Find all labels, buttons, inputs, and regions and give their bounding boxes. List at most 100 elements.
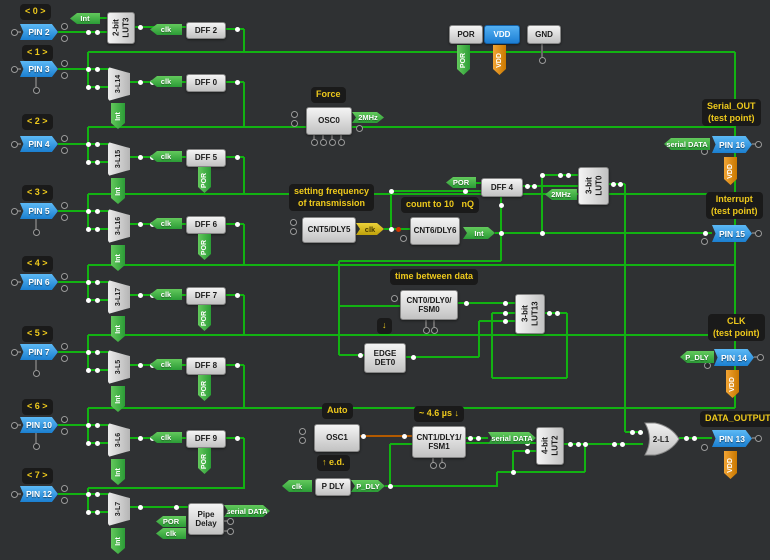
- dff8-block[interactable]: DFF 8: [186, 357, 226, 375]
- pin-6[interactable]: PIN 6: [20, 274, 58, 290]
- port-circle[interactable]: [61, 343, 68, 350]
- port-circle[interactable]: [33, 370, 40, 377]
- pdly-tag-pin14[interactable]: P_DLY: [680, 351, 714, 363]
- clk-tag-row1[interactable]: clk: [150, 76, 182, 87]
- port-circle[interactable]: [431, 327, 438, 334]
- port-circle[interactable]: [61, 60, 68, 67]
- port-circle[interactable]: [61, 485, 68, 492]
- port-circle[interactable]: [290, 219, 297, 226]
- serial-data-tag-pin16[interactable]: serial DATA: [664, 138, 710, 150]
- pin-14[interactable]: PIN 14: [714, 349, 754, 366]
- port-circle[interactable]: [61, 23, 68, 30]
- port-circle[interactable]: [11, 208, 18, 215]
- osc0-block[interactable]: OSC0: [306, 107, 352, 135]
- port-circle[interactable]: [311, 139, 318, 146]
- int-tag-cnt6[interactable]: Int: [463, 227, 495, 239]
- cnt5-dly5-block[interactable]: CNT5/DLY5: [302, 217, 356, 243]
- clk-tag-pipe[interactable]: clk: [156, 528, 186, 539]
- int-ribbon-4[interactable]: Int: [111, 316, 125, 342]
- port-circle[interactable]: [61, 202, 68, 209]
- port-circle[interactable]: [755, 141, 762, 148]
- port-circle[interactable]: [11, 141, 18, 148]
- pin-3[interactable]: PIN 3: [20, 61, 58, 77]
- por-rail-ribbon[interactable]: POR: [457, 45, 470, 75]
- pin-4[interactable]: PIN 4: [20, 136, 58, 152]
- osc1-block[interactable]: OSC1: [314, 424, 360, 452]
- dff4-block[interactable]: DFF 4: [481, 178, 523, 197]
- port-circle[interactable]: [61, 285, 68, 292]
- lut3-block[interactable]: 2-bitLUT3: [107, 12, 135, 44]
- por-ribbon-2[interactable]: POR: [198, 167, 211, 193]
- port-circle[interactable]: [33, 229, 40, 236]
- port-circle[interactable]: [338, 139, 345, 146]
- port-circle[interactable]: [61, 72, 68, 79]
- serial-data-tag-cnt1[interactable]: serial DATA: [488, 432, 536, 444]
- clk-yellow-tag[interactable]: clk: [356, 223, 384, 235]
- clk-tag-row4[interactable]: clk: [150, 289, 182, 300]
- clk-tag-row2[interactable]: clk: [150, 151, 182, 162]
- int-ribbon-3[interactable]: Int: [111, 245, 125, 271]
- port-circle[interactable]: [11, 349, 18, 356]
- port-circle[interactable]: [61, 428, 68, 435]
- int-ribbon-6[interactable]: Int: [111, 459, 125, 485]
- port-circle[interactable]: [439, 462, 446, 469]
- lut13-block[interactable]: 3-bitLUT13: [515, 294, 545, 334]
- port-circle[interactable]: [227, 528, 234, 535]
- lut2-block[interactable]: 4-bitLUT2: [536, 427, 564, 465]
- cnt6-dly6-block[interactable]: CNT6/DLY6: [410, 217, 460, 245]
- port-circle[interactable]: [33, 87, 40, 94]
- port-circle[interactable]: [299, 437, 306, 444]
- port-circle[interactable]: [290, 228, 297, 235]
- edge-det0-block[interactable]: EDGEDET0: [364, 343, 406, 373]
- port-circle[interactable]: [539, 57, 546, 64]
- serial-data-tag-pipe[interactable]: serial DATA: [224, 505, 270, 517]
- port-circle[interactable]: [227, 518, 234, 525]
- port-circle[interactable]: [329, 139, 336, 146]
- dff6-block[interactable]: DFF 6: [186, 216, 226, 234]
- mux-3l14[interactable]: 3-L14: [108, 67, 130, 101]
- port-circle[interactable]: [61, 35, 68, 42]
- vdd-block[interactable]: VDD: [484, 25, 520, 44]
- dff2-block[interactable]: DFF 2: [186, 22, 226, 39]
- pin-7[interactable]: PIN 7: [20, 344, 58, 360]
- pipe-delay-block[interactable]: PipeDelay: [188, 503, 224, 535]
- mux-3l6[interactable]: 3-L6: [108, 423, 130, 457]
- dff5-block[interactable]: DFF 5: [186, 149, 226, 167]
- por-block[interactable]: POR: [449, 25, 483, 44]
- cnt0-fsm0-block[interactable]: CNT0/DLY0/FSM0: [400, 290, 458, 320]
- cnt1-fsm1-block[interactable]: CNT1/DLY1/FSM1: [412, 426, 466, 458]
- vdd-rail-ribbon[interactable]: VDD: [493, 45, 506, 75]
- mux-3l17[interactable]: 3-L17: [108, 280, 130, 314]
- port-circle[interactable]: [61, 355, 68, 362]
- port-circle[interactable]: [755, 230, 762, 237]
- dff9-block[interactable]: DFF 9: [186, 430, 226, 448]
- mux-3l16[interactable]: 3-L16: [108, 209, 130, 243]
- vdd-ribbon-pin13[interactable]: VDD: [724, 451, 737, 479]
- port-circle[interactable]: [33, 443, 40, 450]
- int-tag-row0[interactable]: Int: [70, 13, 100, 24]
- por-tag-pipe[interactable]: POR: [156, 516, 186, 527]
- port-circle[interactable]: [291, 120, 298, 127]
- por-ribbon-4[interactable]: POR: [198, 305, 211, 331]
- vdd-ribbon-pin14[interactable]: VDD: [726, 370, 739, 398]
- port-circle[interactable]: [391, 295, 398, 302]
- port-circle[interactable]: [61, 147, 68, 154]
- por-tag-dff4[interactable]: POR: [446, 177, 476, 188]
- port-circle[interactable]: [400, 235, 407, 242]
- mux-3l5[interactable]: 3-L5: [108, 350, 130, 384]
- port-circle[interactable]: [11, 279, 18, 286]
- clk-tag-row6[interactable]: clk: [150, 432, 182, 443]
- port-circle[interactable]: [11, 422, 18, 429]
- port-circle[interactable]: [61, 416, 68, 423]
- port-circle[interactable]: [61, 497, 68, 504]
- dff7-block[interactable]: DFF 7: [186, 287, 226, 305]
- vdd-ribbon-pin16[interactable]: VDD: [724, 157, 737, 185]
- port-circle[interactable]: [11, 66, 18, 73]
- port-circle[interactable]: [11, 491, 18, 498]
- mux-3l15[interactable]: 3-L15: [108, 142, 130, 176]
- port-circle[interactable]: [61, 214, 68, 221]
- or-gate-2l1[interactable]: 2-L1: [643, 422, 681, 456]
- mux-3l7[interactable]: 3-L7: [108, 492, 130, 526]
- pin-15[interactable]: PIN 15: [712, 225, 752, 242]
- pin-2[interactable]: PIN 2: [20, 24, 58, 40]
